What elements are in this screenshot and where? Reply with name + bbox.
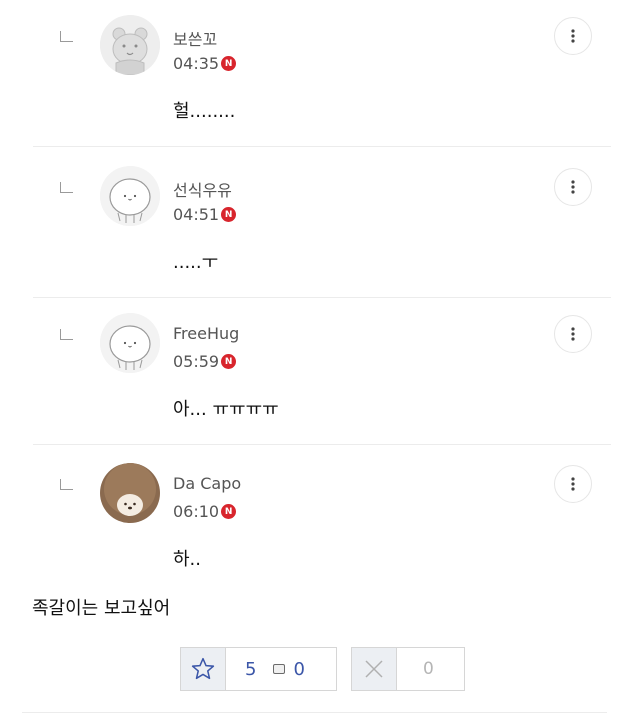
new-badge: N bbox=[221, 354, 237, 369]
recommend-button[interactable] bbox=[181, 648, 226, 690]
blob-avatar-icon[interactable] bbox=[100, 313, 160, 373]
new-badge: N bbox=[221, 504, 237, 519]
comment-item: 선식우유 04:51 N .....ㅜ bbox=[0, 151, 629, 298]
hedgehog-avatar-icon[interactable] bbox=[100, 463, 160, 523]
reply-indent-icon bbox=[60, 182, 73, 193]
not-recommend-box: 0 bbox=[351, 647, 465, 691]
comment-divider bbox=[33, 146, 611, 147]
comment-item: Da Capo 06:10 N 하.. bbox=[0, 448, 629, 570]
close-x-icon bbox=[365, 660, 383, 678]
bear-avatar-icon[interactable] bbox=[100, 15, 160, 75]
comment-item: 보쓴꼬 04:35 N 헐........ bbox=[0, 0, 629, 147]
recommend-box: 5 0 bbox=[180, 647, 337, 691]
comment-count: 0 bbox=[293, 658, 305, 680]
more-options-button[interactable] bbox=[554, 168, 592, 206]
more-vertical-icon bbox=[571, 327, 575, 341]
comment-count-icon bbox=[273, 664, 286, 674]
more-options-button[interactable] bbox=[554, 17, 592, 55]
comment-nickname[interactable]: FreeHug bbox=[173, 324, 239, 343]
comment-item: FreeHug 05:59 N 아... ㅠㅠㅠㅠ bbox=[0, 298, 629, 445]
comment-time: 05:59 N bbox=[173, 352, 237, 371]
comment-nickname[interactable]: 보쓴꼬 bbox=[173, 26, 217, 50]
new-badge: N bbox=[221, 56, 237, 71]
reply-indent-icon bbox=[60, 31, 73, 42]
recommend-count: 5 bbox=[245, 658, 257, 680]
reply-indent-icon bbox=[60, 479, 73, 490]
comment-time: 04:35 N bbox=[173, 54, 237, 73]
more-vertical-icon bbox=[571, 29, 575, 43]
more-vertical-icon bbox=[571, 180, 575, 194]
reply-indent-icon bbox=[60, 329, 73, 340]
new-badge: N bbox=[221, 207, 237, 222]
more-options-button[interactable] bbox=[554, 465, 592, 503]
not-recommend-button[interactable] bbox=[352, 648, 397, 690]
comment-nickname[interactable]: Da Capo bbox=[173, 474, 241, 493]
comment-time-text: 04:35 bbox=[173, 54, 220, 73]
star-icon bbox=[191, 657, 215, 680]
comment-text: 헐........ bbox=[173, 101, 236, 122]
comment-text: .....ㅜ bbox=[173, 252, 219, 273]
comment-text: 아... ㅠㅠㅠㅠ bbox=[173, 399, 279, 420]
comment-time: 04:51 N bbox=[173, 205, 237, 224]
comment-nickname[interactable]: 선식우유 bbox=[173, 177, 232, 201]
comment-text: 하.. bbox=[173, 549, 202, 570]
blob-avatar-icon[interactable] bbox=[100, 166, 160, 226]
comment-time-text: 06:10 bbox=[173, 502, 220, 521]
post-text: 족갈이는 보고싶어 bbox=[32, 598, 171, 619]
more-vertical-icon bbox=[571, 477, 575, 491]
more-options-button[interactable] bbox=[554, 315, 592, 353]
comment-time: 06:10 N bbox=[173, 502, 237, 521]
comment-time-text: 04:51 bbox=[173, 205, 220, 224]
comment-divider bbox=[33, 444, 611, 445]
not-recommend-count: 0 bbox=[423, 659, 434, 679]
comment-time-text: 05:59 bbox=[173, 352, 220, 371]
section-divider bbox=[22, 712, 607, 713]
